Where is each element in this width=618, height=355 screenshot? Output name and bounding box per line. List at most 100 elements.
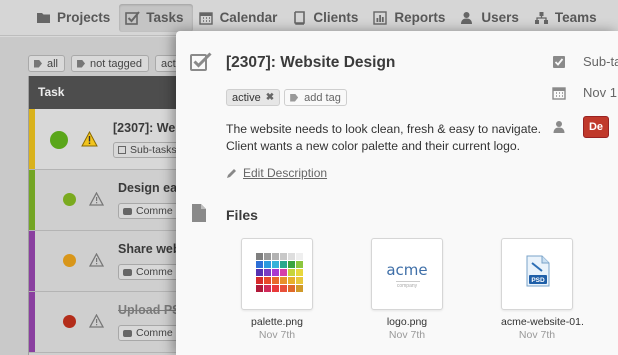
pencil-icon bbox=[227, 168, 236, 178]
nav-calendar[interactable]: Calendar bbox=[193, 4, 287, 32]
file-name[interactable]: palette.png bbox=[241, 316, 313, 328]
task-title[interactable]: Share web bbox=[118, 242, 181, 256]
color-swatch bbox=[288, 269, 295, 276]
color-swatch bbox=[296, 269, 303, 276]
color-swatch bbox=[296, 285, 303, 292]
color-swatch bbox=[264, 285, 271, 292]
nav-users[interactable]: Users bbox=[454, 4, 528, 32]
color-swatch bbox=[272, 277, 279, 284]
tag-filters: all not tagged activ bbox=[28, 55, 197, 72]
color-swatch bbox=[280, 253, 287, 260]
edit-description-link[interactable]: Edit Description bbox=[226, 166, 327, 180]
remove-tag-icon[interactable]: ✖ bbox=[266, 92, 274, 103]
priority-stripe bbox=[29, 292, 35, 352]
task-title[interactable]: [2307]: Web bbox=[113, 121, 183, 135]
due-date-row[interactable]: Nov 1 bbox=[552, 85, 617, 100]
color-swatch bbox=[272, 253, 279, 260]
user-icon bbox=[460, 11, 475, 25]
table-row[interactable]: [2307]: Web Sub-tasks bbox=[29, 109, 188, 170]
psd-label: PSD bbox=[531, 277, 545, 284]
status-dot[interactable] bbox=[63, 193, 76, 206]
calendar-icon bbox=[198, 11, 214, 25]
color-swatch bbox=[256, 269, 263, 276]
priority-stripe bbox=[29, 170, 35, 230]
color-swatch bbox=[256, 277, 263, 284]
color-swatch bbox=[264, 269, 271, 276]
task-title[interactable]: Design ead bbox=[118, 181, 185, 195]
status-dot[interactable] bbox=[50, 131, 68, 149]
subtasks-badge[interactable]: Sub-tasks bbox=[113, 142, 183, 158]
color-swatch bbox=[256, 253, 263, 260]
color-swatch bbox=[288, 261, 295, 268]
nav-clients-label: Clients bbox=[313, 10, 359, 25]
color-swatch bbox=[264, 277, 271, 284]
comments-badge[interactable]: Comme bbox=[118, 203, 179, 219]
file-thumbnail[interactable] bbox=[241, 238, 313, 310]
warning-icon bbox=[89, 314, 104, 328]
nav-projects[interactable]: Projects bbox=[30, 4, 119, 32]
color-swatch bbox=[280, 285, 287, 292]
color-swatch bbox=[272, 261, 279, 268]
comment-icon bbox=[123, 268, 132, 276]
nav-teams-label: Teams bbox=[554, 10, 597, 25]
filter-not-tagged[interactable]: not tagged bbox=[71, 55, 150, 72]
color-swatch bbox=[296, 253, 303, 260]
color-swatch bbox=[280, 269, 287, 276]
color-swatch bbox=[256, 261, 263, 268]
file-thumbnail[interactable]: PSD bbox=[501, 238, 573, 310]
nav-tasks-label: Tasks bbox=[146, 10, 184, 25]
comments-badge[interactable]: Comme bbox=[118, 325, 179, 341]
assignee-row[interactable]: De bbox=[552, 116, 609, 138]
task-title-heading: [2307]: Website Design bbox=[226, 54, 396, 71]
bar-chart-icon bbox=[373, 10, 388, 25]
tag-icon bbox=[77, 59, 86, 68]
color-swatch bbox=[288, 277, 295, 284]
file-item[interactable]: acme company logo.png Nov 7th bbox=[371, 238, 443, 341]
tag-icon bbox=[290, 93, 299, 102]
file-name[interactable]: acme-website-01. bbox=[501, 316, 584, 328]
task-complete-checkbox-icon[interactable] bbox=[190, 52, 212, 72]
color-swatch bbox=[256, 285, 263, 292]
tag-active[interactable]: active ✖ bbox=[226, 89, 281, 106]
task-tags: active ✖ add tag bbox=[226, 89, 351, 106]
nav-reports-label: Reports bbox=[394, 10, 446, 25]
file-date: Nov 7th bbox=[388, 329, 426, 341]
psd-file-icon: PSD bbox=[526, 255, 550, 287]
file-date: Nov 7th bbox=[518, 329, 556, 341]
table-row[interactable]: Design ead Comme bbox=[29, 170, 188, 231]
nav-clients[interactable]: Clients bbox=[286, 4, 367, 32]
nav-tasks[interactable]: Tasks bbox=[119, 3, 193, 32]
add-tag-button[interactable]: add tag bbox=[284, 89, 347, 106]
nav-teams[interactable]: Teams bbox=[528, 4, 606, 32]
color-swatch bbox=[280, 277, 287, 284]
file-item[interactable]: PSD acme-website-01. Nov 7th bbox=[501, 238, 584, 341]
team-icon bbox=[534, 11, 549, 25]
task-column-header: Task bbox=[29, 76, 188, 109]
color-swatch bbox=[264, 253, 271, 260]
avatar[interactable]: De bbox=[583, 116, 609, 138]
task-title[interactable]: Upload PS bbox=[118, 303, 181, 317]
table-row[interactable]: Share web Comme bbox=[29, 231, 188, 292]
logo-text: acme bbox=[386, 261, 428, 279]
table-row[interactable]: Upload PS Comme bbox=[29, 292, 188, 353]
book-icon bbox=[292, 10, 307, 25]
color-swatch bbox=[288, 253, 295, 260]
nav-users-label: Users bbox=[481, 10, 519, 25]
checkbox-icon bbox=[118, 146, 126, 154]
nav-calendar-label: Calendar bbox=[219, 10, 278, 25]
comment-icon bbox=[123, 207, 132, 215]
calendar-icon bbox=[552, 86, 566, 100]
status-dot[interactable] bbox=[63, 315, 76, 328]
file-name[interactable]: logo.png bbox=[371, 316, 443, 328]
file-thumbnail[interactable]: acme company bbox=[371, 238, 443, 310]
nav-reports[interactable]: Reports bbox=[367, 4, 454, 32]
status-dot[interactable] bbox=[63, 254, 76, 267]
due-date-label: Nov 1 bbox=[583, 85, 617, 100]
subtasks-row[interactable]: Sub-ta bbox=[552, 54, 618, 69]
comments-badge[interactable]: Comme bbox=[118, 264, 179, 280]
color-palette-image bbox=[256, 253, 303, 292]
subtasks-label: Sub-ta bbox=[583, 54, 618, 69]
file-item[interactable]: palette.png Nov 7th bbox=[241, 238, 313, 341]
color-swatch bbox=[288, 285, 295, 292]
filter-all[interactable]: all bbox=[28, 55, 66, 72]
